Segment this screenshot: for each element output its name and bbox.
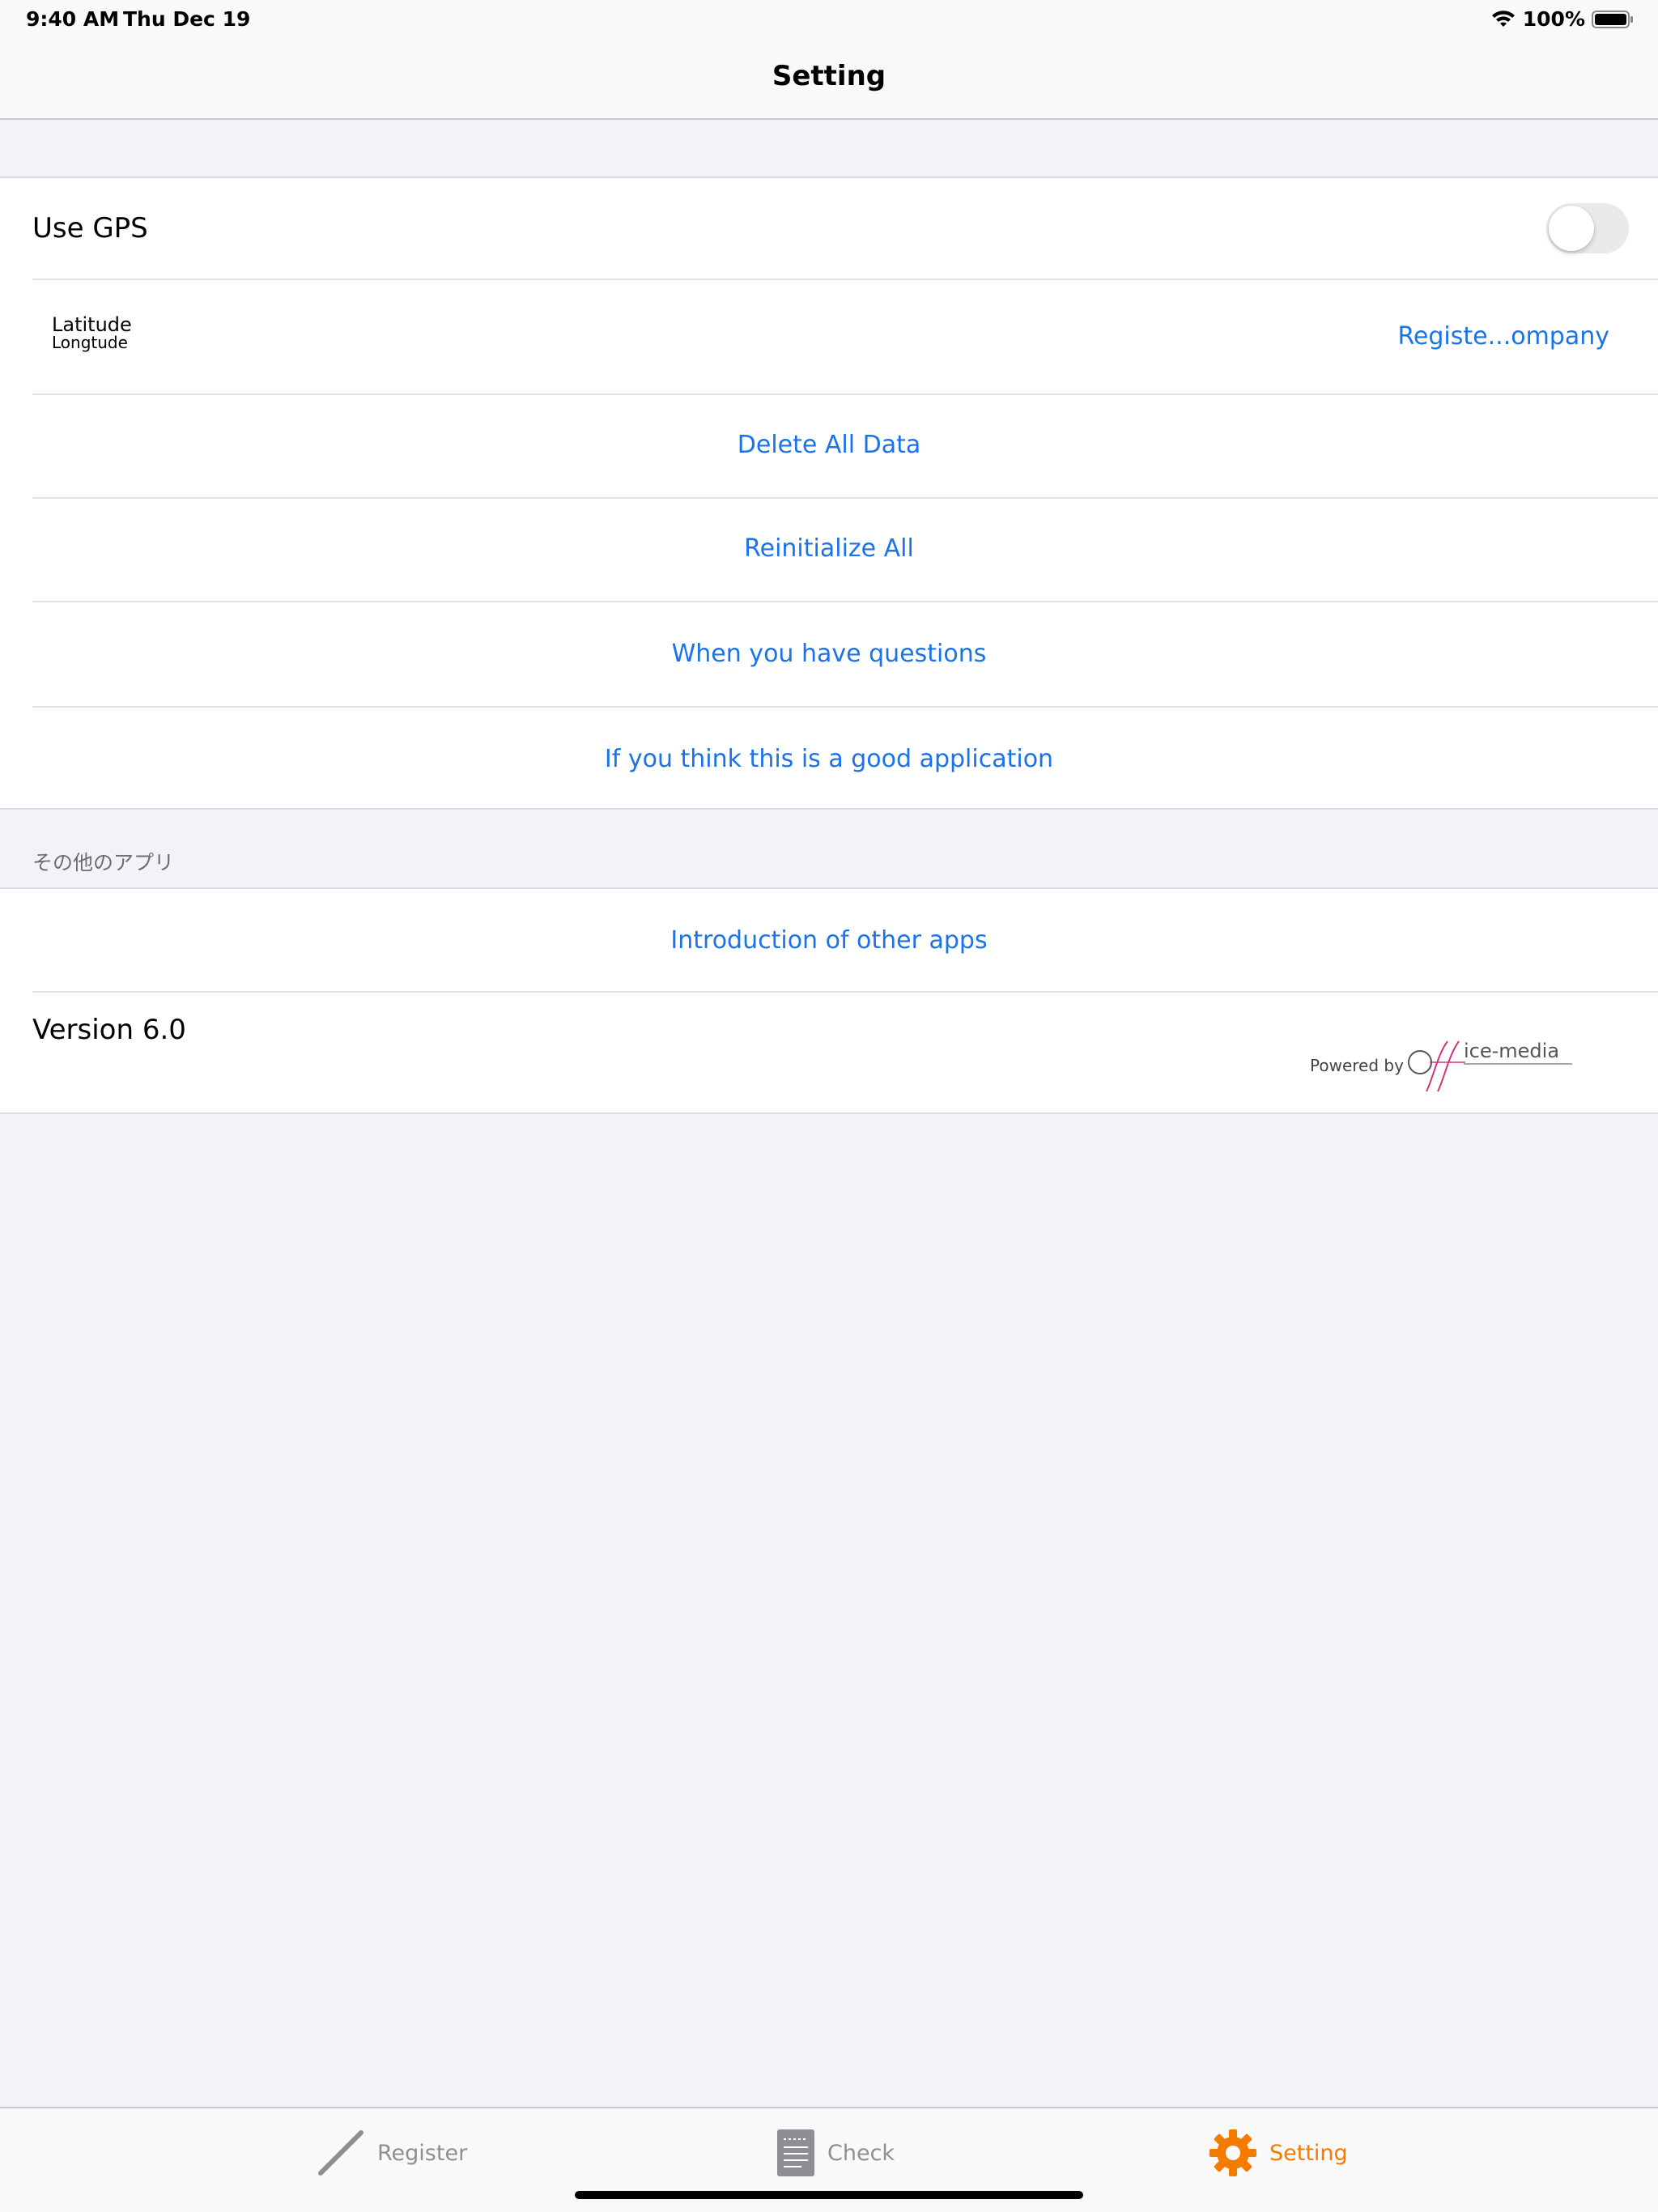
intro-other-apps-button[interactable]: Introduction of other apps (0, 926, 1658, 955)
toggle-knob (1549, 206, 1594, 251)
status-time: 9:40 AM (26, 7, 120, 31)
latitude-label: Latitude (52, 313, 132, 336)
office-media-logo: ice-media (1408, 1040, 1572, 1092)
version-label: Version 6.0 (32, 1014, 186, 1046)
tab-check-label: Check (827, 2140, 895, 2166)
use-gps-row: Use GPS (0, 178, 1658, 279)
battery-icon (1592, 10, 1633, 28)
questions-row[interactable]: When you have questions (0, 602, 1658, 706)
settings-group: Use GPS Latitude Longtude Registe...ompa… (0, 177, 1658, 810)
tab-check[interactable]: Check (776, 2125, 895, 2181)
good-app-row[interactable]: If you think this is a good application (0, 708, 1658, 810)
battery-percent: 100% (1522, 7, 1585, 31)
register-company-link[interactable]: Registe...ompany (1397, 322, 1609, 351)
navigation-bar: Setting (0, 39, 1658, 120)
document-icon (777, 2129, 814, 2176)
rate-app-button[interactable]: If you think this is a good application (0, 745, 1658, 773)
powered-by-logo: Powered by ice-media (1310, 1038, 1577, 1095)
page-title: Setting (772, 60, 886, 92)
delete-all-data-button[interactable]: Delete All Data (0, 431, 1658, 459)
longitude-label: Longtude (52, 333, 128, 352)
questions-button[interactable]: When you have questions (0, 640, 1658, 668)
intro-other-apps-row[interactable]: Introduction of other apps (0, 889, 1658, 991)
tab-register-label: Register (377, 2140, 468, 2166)
home-indicator[interactable] (575, 2191, 1083, 2199)
location-row: Latitude Longtude Registe...ompany (0, 280, 1658, 393)
delete-all-row[interactable]: Delete All Data (0, 395, 1658, 497)
status-bar: 9:40 AM Thu Dec 19 100% (0, 0, 1658, 39)
pencil-icon (318, 2130, 363, 2176)
logo-text: ice-media (1464, 1040, 1559, 1062)
powered-by-text: Powered by (1310, 1056, 1404, 1075)
gear-icon (1209, 2129, 1256, 2176)
use-gps-label: Use GPS (32, 212, 148, 245)
status-indicators: 100% (1490, 7, 1634, 31)
tab-setting[interactable]: Setting (1208, 2125, 1348, 2181)
settings-screen: 9:40 AM Thu Dec 19 100% Setting Use GPS (0, 0, 1658, 2212)
tab-register[interactable]: Register (316, 2125, 467, 2181)
tab-setting-label: Setting (1269, 2140, 1348, 2166)
section-header-other-apps: その他のアプリ (32, 851, 175, 874)
use-gps-toggle[interactable] (1546, 203, 1629, 253)
status-date: Thu Dec 19 (123, 7, 251, 31)
reinitialize-all-button[interactable]: Reinitialize All (0, 534, 1658, 563)
wifi-icon (1491, 10, 1515, 27)
reinitialize-row[interactable]: Reinitialize All (0, 499, 1658, 601)
